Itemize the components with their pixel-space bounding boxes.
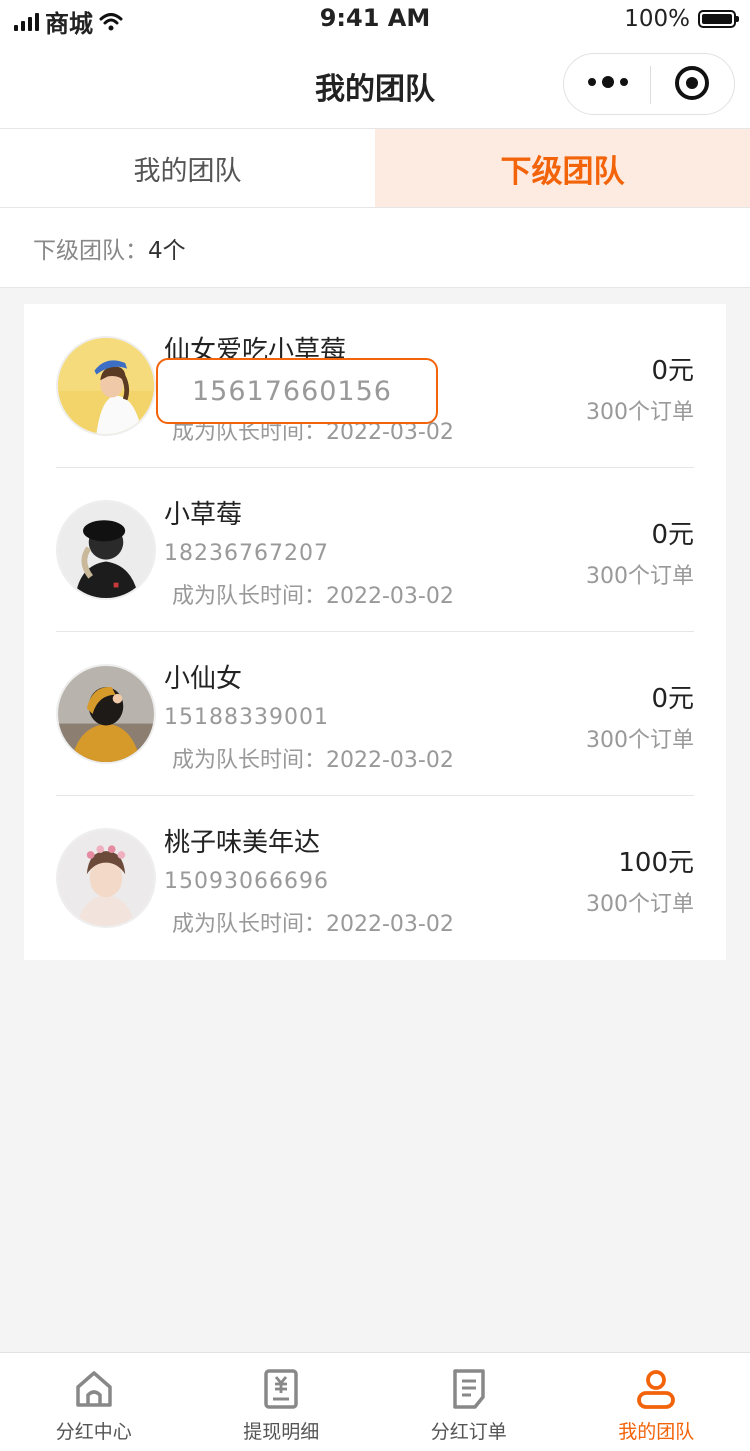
mini-program-capsule <box>563 53 735 115</box>
member-name: 桃子味美年达 <box>164 822 320 859</box>
signal-icon <box>14 13 39 31</box>
bottom-tab-bar: 分红中心 提现明细 分红订单 我的团队 <box>0 1352 750 1451</box>
more-icon[interactable] <box>588 76 628 88</box>
member-orders: 300个订单 <box>586 722 694 754</box>
capsule-divider <box>650 66 651 104</box>
tabbar-item-dividend-orders[interactable]: 分红订单 <box>375 1353 563 1451</box>
tabbar-label: 提现明细 <box>243 1417 319 1444</box>
team-count-value: 4个 <box>148 231 186 265</box>
phone-number-popup[interactable]: 15617660156 <box>156 358 438 424</box>
list-item[interactable]: 小草莓 18236767207 成为队长时间：2022-03-02 0元 300… <box>56 468 694 632</box>
member-amount: 0元 <box>651 514 694 551</box>
team-icon <box>634 1367 678 1411</box>
tabbar-item-my-team[interactable]: 我的团队 <box>563 1353 750 1451</box>
leader-time: 成为队长时间：2022-03-02 <box>172 578 454 610</box>
withdraw-icon <box>259 1367 303 1411</box>
leader-time: 成为队长时间：2022-03-02 <box>172 906 454 938</box>
tab-sub-team[interactable]: 下级团队 <box>375 129 750 207</box>
battery-icon <box>698 10 736 28</box>
member-amount: 100元 <box>618 842 694 879</box>
team-count: 下级团队： 4个 <box>0 208 750 288</box>
member-orders: 300个订单 <box>586 558 694 590</box>
member-orders: 300个订单 <box>586 394 694 426</box>
member-phone: 18236767207 <box>164 541 329 566</box>
member-orders: 300个订单 <box>586 886 694 918</box>
team-tabs: 我的团队 下级团队 <box>0 129 750 208</box>
tab-my-team[interactable]: 我的团队 <box>0 129 375 207</box>
leader-time: 成为队长时间：2022-03-02 <box>172 742 454 774</box>
member-amount: 0元 <box>651 678 694 715</box>
tabbar-label: 分红中心 <box>56 1417 132 1444</box>
tabbar-item-withdraw-details[interactable]: 提现明细 <box>188 1353 376 1451</box>
order-icon <box>447 1367 491 1411</box>
carrier-label: 商城 <box>45 4 93 39</box>
member-name: 小草莓 <box>164 494 242 531</box>
list-item[interactable]: 小仙女 15188339001 成为队长时间：2022-03-02 0元 300… <box>56 632 694 796</box>
avatar <box>56 664 156 764</box>
home-icon <box>72 1367 116 1411</box>
tabbar-label: 我的团队 <box>618 1417 694 1444</box>
member-amount: 0元 <box>651 350 694 387</box>
avatar <box>56 828 156 928</box>
status-bar: 商城 9:41 AM 100% <box>0 0 750 40</box>
member-phone: 15093066696 <box>164 869 329 894</box>
tabbar-item-dividend-center[interactable]: 分红中心 <box>0 1353 188 1451</box>
wifi-icon <box>99 13 123 31</box>
list-item[interactable]: 桃子味美年达 15093066696 成为队长时间：2022-03-02 100… <box>56 796 694 960</box>
avatar <box>56 500 156 600</box>
status-left: 商城 <box>14 4 123 39</box>
battery-percent: 100% <box>624 6 690 32</box>
team-count-label: 下级团队： <box>33 231 148 265</box>
close-target-icon[interactable] <box>675 66 709 100</box>
navigation-bar: 我的团队 <box>0 40 750 129</box>
status-right: 100% <box>624 6 736 32</box>
member-phone: 15188339001 <box>164 705 329 730</box>
tabbar-label: 分红订单 <box>431 1417 507 1444</box>
avatar <box>56 336 156 436</box>
member-name: 小仙女 <box>164 658 242 695</box>
